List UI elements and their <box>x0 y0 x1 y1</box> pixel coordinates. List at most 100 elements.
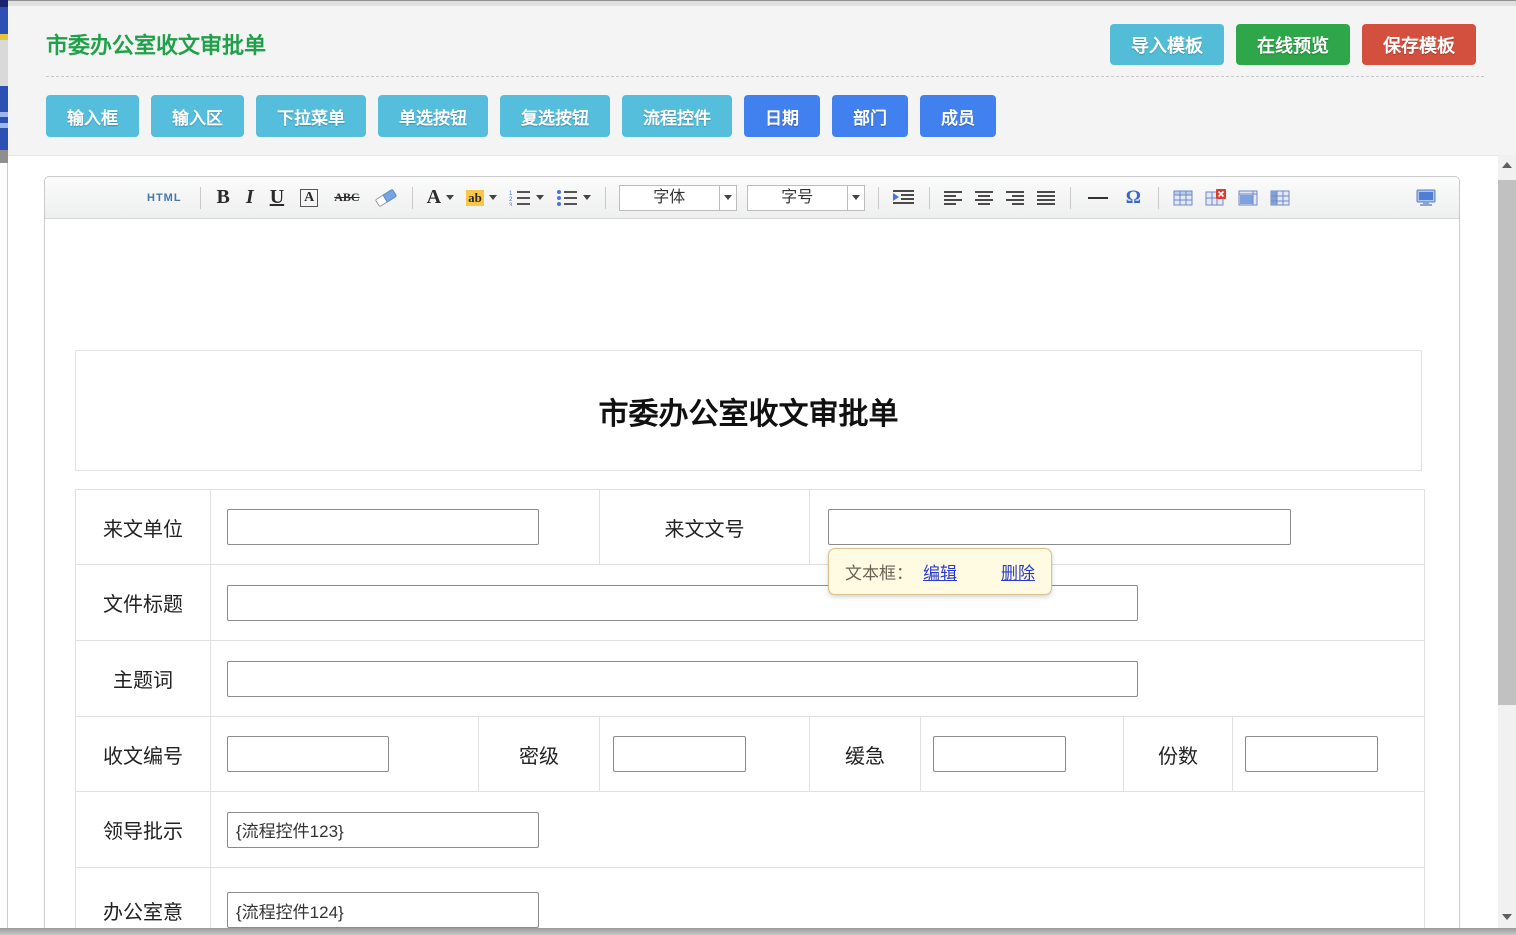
scrollbar-thumb[interactable] <box>1498 180 1516 705</box>
subject-words-label: 主题词 <box>76 641 211 717</box>
highlight-color-icon[interactable]: ab <box>466 190 497 206</box>
editor-toolbar: HTML B I U A ABC A ab 1 2 <box>45 177 1459 219</box>
align-right-icon[interactable] <box>1006 190 1025 206</box>
delete-table-icon[interactable] <box>1205 189 1226 206</box>
vertical-scrollbar[interactable] <box>1498 155 1516 928</box>
receipt-no-label: 收文编号 <box>76 717 211 792</box>
table-row: 来文单位 来文文号 <box>76 490 1425 565</box>
edge-segment <box>0 123 8 128</box>
cell-properties-icon[interactable] <box>1270 190 1290 206</box>
window-bottom-edge <box>0 928 1516 935</box>
chevron-down-icon <box>446 195 454 200</box>
table-row: 文件标题 <box>76 565 1425 641</box>
ordered-list-icon[interactable]: 1 2 3 <box>509 189 544 206</box>
save-template-button[interactable]: 保存模板 <box>1362 24 1476 65</box>
table-row: 领导批示 <box>76 792 1425 868</box>
underline-icon[interactable]: U <box>270 186 284 209</box>
receipt-no-input[interactable] <box>227 736 389 772</box>
align-center-icon[interactable] <box>975 190 994 206</box>
office-opinion-input[interactable] <box>227 892 539 928</box>
control-button-flow-control[interactable]: 流程控件 <box>622 95 732 137</box>
table-cell <box>600 717 810 792</box>
table-row: 主题词 <box>76 641 1425 717</box>
table-cell <box>211 717 479 792</box>
edge-segment <box>0 0 8 7</box>
edit-link[interactable]: 编辑 <box>923 559 957 584</box>
table-cell <box>1233 717 1425 792</box>
font-color-icon[interactable]: A <box>427 186 454 209</box>
special-character-icon[interactable]: Ω <box>1126 187 1141 209</box>
chevron-down-icon <box>583 195 591 200</box>
unordered-list-icon[interactable] <box>556 189 591 206</box>
edge-segment <box>0 40 8 86</box>
incoming-unit-input[interactable] <box>227 509 539 545</box>
toolbar-separator <box>929 187 930 209</box>
table-properties-icon[interactable] <box>1238 190 1258 206</box>
font-size-select[interactable]: 字号 <box>747 185 865 211</box>
control-button-textarea[interactable]: 输入区 <box>151 95 244 137</box>
window-top-edge <box>0 0 1516 6</box>
textbox-control-tooltip: 文本框： 编辑 删除 <box>828 548 1052 595</box>
toolbar-separator <box>878 187 879 209</box>
secret-level-label: 密级 <box>479 717 600 792</box>
rich-text-editor: HTML B I U A ABC A ab 1 2 <box>44 176 1460 935</box>
online-preview-button[interactable]: 在线预览 <box>1236 24 1350 65</box>
control-button-member[interactable]: 成员 <box>920 95 996 137</box>
chevron-down-icon <box>489 195 497 200</box>
incoming-unit-label: 来文单位 <box>76 490 211 565</box>
table-cell <box>211 565 1425 641</box>
insert-table-icon[interactable] <box>1173 190 1193 206</box>
control-button-dropdown[interactable]: 下拉菜单 <box>256 95 366 137</box>
horizontal-rule-icon[interactable] <box>1088 197 1108 199</box>
leader-instructions-input[interactable] <box>227 812 539 848</box>
table-cell <box>921 717 1124 792</box>
copies-label: 份数 <box>1124 717 1233 792</box>
tooltip-label: 文本框： <box>845 559 913 584</box>
background-window-edge <box>0 0 8 935</box>
align-left-icon[interactable] <box>944 190 963 206</box>
subject-words-input[interactable] <box>227 661 1138 697</box>
chevron-down-icon[interactable] <box>719 186 736 210</box>
control-button-radio[interactable]: 单选按钮 <box>378 95 488 137</box>
format-icon[interactable]: A <box>300 189 318 207</box>
dashed-divider <box>46 76 1484 77</box>
edge-segment <box>0 86 8 150</box>
scroll-down-arrow[interactable] <box>1498 909 1516 925</box>
control-button-date[interactable]: 日期 <box>744 95 820 137</box>
action-button-group: 导入模板 在线预览 保存模板 <box>1110 24 1476 65</box>
control-button-department[interactable]: 部门 <box>832 95 908 137</box>
toolbar-separator <box>605 187 606 209</box>
toolbar-separator <box>1070 187 1071 209</box>
incoming-doc-no-label: 来文文号 <box>600 490 810 565</box>
page-title: 市委办公室收文审批单 <box>46 28 266 60</box>
table-cell <box>211 792 1425 868</box>
incoming-doc-no-input[interactable] <box>828 509 1291 545</box>
html-source-button[interactable]: HTML <box>147 192 182 204</box>
control-button-checkbox[interactable]: 复选按钮 <box>500 95 610 137</box>
urgency-label: 缓急 <box>810 717 921 792</box>
copies-input[interactable] <box>1245 736 1378 772</box>
approval-form-table: 来文单位 来文文号 文件标题 主题词 <box>75 489 1425 935</box>
import-template-button[interactable]: 导入模板 <box>1110 24 1224 65</box>
chevron-down-icon <box>536 195 544 200</box>
urgency-input[interactable] <box>933 736 1066 772</box>
control-button-input-box[interactable]: 输入框 <box>46 95 139 137</box>
scroll-up-arrow[interactable] <box>1498 157 1516 173</box>
fullscreen-icon[interactable] <box>1415 189 1437 207</box>
office-opinion-label: 办公室意 <box>76 868 211 935</box>
chevron-down-icon[interactable] <box>847 186 864 210</box>
form-title: 市委办公室收文审批单 <box>599 389 899 433</box>
strikethrough-icon[interactable]: ABC <box>334 190 359 205</box>
bold-icon[interactable]: B <box>217 186 230 209</box>
indent-icon[interactable] <box>893 189 915 206</box>
secret-level-input[interactable] <box>613 736 746 772</box>
edge-segment <box>0 150 8 163</box>
font-family-select[interactable]: 字体 <box>619 185 737 211</box>
edge-segment <box>0 7 8 34</box>
align-justify-icon[interactable] <box>1037 190 1056 206</box>
delete-link[interactable]: 删除 <box>1001 559 1035 584</box>
italic-icon[interactable]: I <box>246 186 254 209</box>
editor-document[interactable]: 市委办公室收文审批单 来文单位 来文文号 文件标题 <box>45 219 1459 935</box>
toolbar-separator <box>1158 187 1159 209</box>
eraser-icon[interactable] <box>374 188 398 208</box>
